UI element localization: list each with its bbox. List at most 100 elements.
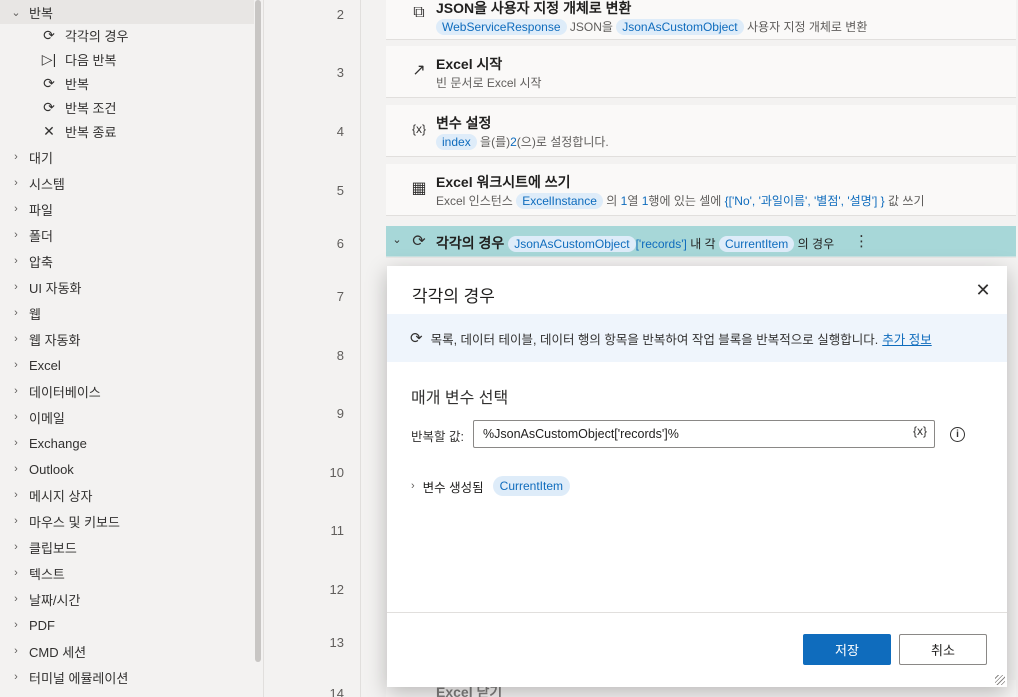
info-text: 목록, 데이터 테이블, 데이터 행의 항목을 반복하여 작업 블록을 반복적으… [430, 332, 879, 347]
step-text: 사용자 지정 개체로 변환 [746, 20, 868, 34]
sidebar-group-terminal-emulation[interactable]: › 터미널 에뮬레이션 [0, 665, 254, 689]
variable-icon: {x} [411, 122, 426, 136]
cancel-button[interactable]: 취소 [899, 634, 987, 665]
next-loop-icon: ▷| [41, 50, 57, 67]
launch-arrow-icon: ↗ [412, 62, 426, 79]
sidebar-group-system[interactable]: › 시스템 [0, 171, 254, 195]
flow-step-set-variable[interactable]: {x} 변수 설정 index 을(를)2(으)로 설정합니다. [386, 105, 1016, 157]
sidebar-group-label: 압축 [29, 254, 53, 270]
sidebar-group-web-automation[interactable]: › 웹 자동화 [0, 327, 254, 351]
sidebar-group-web[interactable]: › 웹 [0, 301, 254, 325]
sidebar-group-database[interactable]: › 데이터베이스 [0, 379, 254, 403]
info-icon[interactable]: i [950, 427, 965, 442]
chevron-down-icon: ⌄ [11, 6, 21, 19]
sidebar-group-label: Exchange [29, 435, 87, 451]
loop-icon: ⟳ [43, 98, 55, 115]
actions-sidebar: ⌄ 반복 ⟳ 각각의 경우 ▷| 다음 반복 ⟳ 반복 ⟳ 반복 조건 ✕ 반복… [0, 0, 264, 697]
flow-step-write-excel[interactable]: ▦ Excel 워크시트에 쓰기 Excel 인스턴스 ExcelInstanc… [386, 164, 1016, 216]
variable-chip[interactable]: index [436, 134, 477, 150]
sidebar-group-loop[interactable]: ⌄ 반복 [0, 0, 254, 24]
sidebar-group-pdf[interactable]: › PDF [0, 613, 254, 637]
step-value: 2 [510, 135, 517, 149]
chevron-right-icon: › [14, 593, 18, 605]
sidebar-group-label: 날짜/시간 [29, 592, 81, 608]
sidebar-group-file[interactable]: › 파일 [0, 197, 254, 221]
step-text: Excel 인스턴스 [436, 194, 513, 208]
sidebar-group-label: 반복 [29, 5, 53, 21]
variables-produced[interactable]: › 변수 생성됨 CurrentItem [411, 476, 571, 496]
sidebar-item-exit-loop[interactable]: ✕ 반복 종료 [0, 119, 254, 143]
sidebar-group-label: 대기 [29, 150, 53, 166]
save-button[interactable]: 저장 [803, 634, 891, 665]
sidebar-group-text[interactable]: › 텍스트 [0, 561, 254, 585]
sidebar-group-label: Excel [29, 357, 61, 373]
loop-value-input[interactable]: %JsonAsCustomObject['records']% [473, 420, 935, 448]
sidebar-group-message-boxes[interactable]: › 메시지 상자 [0, 483, 254, 507]
more-info-link[interactable]: 추가 정보 [882, 329, 931, 348]
step-title: 각각의 경우 JsonAsCustomObject ['records'] 내 각… [436, 233, 834, 253]
sidebar-group-email[interactable]: › 이메일 [0, 405, 254, 429]
sidebar-group-mouse-keyboard[interactable]: › 마우스 및 키보드 [0, 509, 254, 533]
sidebar-group-exchange[interactable]: › Exchange [0, 431, 254, 455]
flow-step-foreach[interactable]: ⌄ ⟳ 각각의 경우 JsonAsCustomObject ['records']… [386, 226, 1016, 258]
chevron-right-icon: › [14, 359, 18, 371]
chevron-right-icon: › [14, 385, 18, 397]
sidebar-item-label: 반복 종료 [65, 124, 117, 140]
sidebar-group-wait[interactable]: › 대기 [0, 145, 254, 169]
variable-picker-button[interactable]: {x} [913, 424, 927, 438]
param-label: 반복할 값: [411, 430, 464, 444]
step-text: 의 [606, 194, 618, 208]
sidebar-group-label: 이메일 [29, 410, 65, 426]
sidebar-group-compression[interactable]: › 압축 [0, 249, 254, 273]
sidebar-item-foreach[interactable]: ⟳ 각각의 경우 [0, 23, 254, 47]
chevron-right-icon: › [14, 645, 18, 657]
step-title: JSON을 사용자 지정 개체로 변환 [436, 0, 632, 16]
variable-chip[interactable]: CurrentItem [492, 476, 571, 496]
sidebar-group-folder[interactable]: › 폴더 [0, 223, 254, 247]
sidebar-group-datetime[interactable]: › 날짜/시간 [0, 587, 254, 611]
chevron-right-icon: › [14, 255, 18, 267]
sidebar-group-cmd-session[interactable]: › CMD 세션 [0, 639, 254, 663]
line-number: 6 [336, 236, 344, 251]
chevron-right-icon: › [14, 203, 18, 215]
variables-label: 변수 생성됨 [422, 480, 484, 495]
line-number: 12 [329, 582, 344, 597]
variable-chip[interactable]: JsonAsCustomObject [616, 19, 744, 35]
flow-step-json-convert[interactable]: ⧉ JSON을 사용자 지정 개체로 변환 WebServiceResponse… [386, 0, 1016, 40]
sidebar-group-label: 데이터베이스 [29, 384, 101, 400]
chevron-right-icon: › [14, 229, 18, 241]
chevron-right-icon: › [14, 463, 18, 475]
line-number: 10 [329, 465, 344, 480]
step-text: 내 각 [690, 237, 716, 251]
variable-chip[interactable]: ExcelInstance [516, 193, 603, 209]
line-number: 3 [336, 65, 344, 80]
variable-chip[interactable]: WebServiceResponse [436, 19, 567, 35]
sidebar-item-loop-condition[interactable]: ⟳ 반복 조건 [0, 95, 254, 119]
step-text: 을(를) [480, 135, 511, 149]
step-text: (으)로 설정합니다. [516, 135, 609, 149]
sidebar-item-label: 반복 [65, 76, 89, 92]
variable-chip[interactable]: JsonAsCustomObject [508, 236, 636, 252]
sidebar-group-outlook[interactable]: › Outlook [0, 457, 254, 481]
flow-step-launch-excel[interactable]: ↗ Excel 시작 빈 문서로 Excel 시작 [386, 46, 1016, 98]
sidebar-group-label: UI 자동화 [29, 280, 82, 296]
chevron-down-icon[interactable]: ⌄ [388, 233, 406, 246]
close-icon[interactable]: ✕ [973, 280, 993, 300]
more-options-icon[interactable]: ⋮ [854, 232, 869, 250]
sidebar-item-next-loop[interactable]: ▷| 다음 반복 [0, 47, 254, 71]
sidebar-group-excel[interactable]: › Excel [0, 353, 254, 377]
sidebar-group-label: CMD 세션 [29, 644, 87, 660]
sidebar-group-ui-automation[interactable]: › UI 자동화 [0, 275, 254, 299]
sidebar-group-label: 메시지 상자 [29, 488, 93, 504]
sidebar-item-label: 다음 반복 [65, 52, 117, 68]
variable-chip[interactable]: CurrentItem [718, 236, 795, 252]
sidebar-scrollbar[interactable] [255, 0, 261, 662]
sidebar-group-label: 마우스 및 키보드 [29, 514, 120, 530]
loop-icon: ⟳ [412, 233, 426, 250]
resize-handle[interactable] [995, 675, 1005, 685]
sidebar-item-loop[interactable]: ⟳ 반복 [0, 71, 254, 95]
sidebar-group-clipboard[interactable]: › 클립보드 [0, 535, 254, 559]
step-text: 열 [627, 194, 639, 208]
sidebar-item-label: 반복 조건 [65, 100, 117, 116]
step-description: WebServiceResponse JSON을 JsonAsCustomObj… [436, 18, 867, 35]
